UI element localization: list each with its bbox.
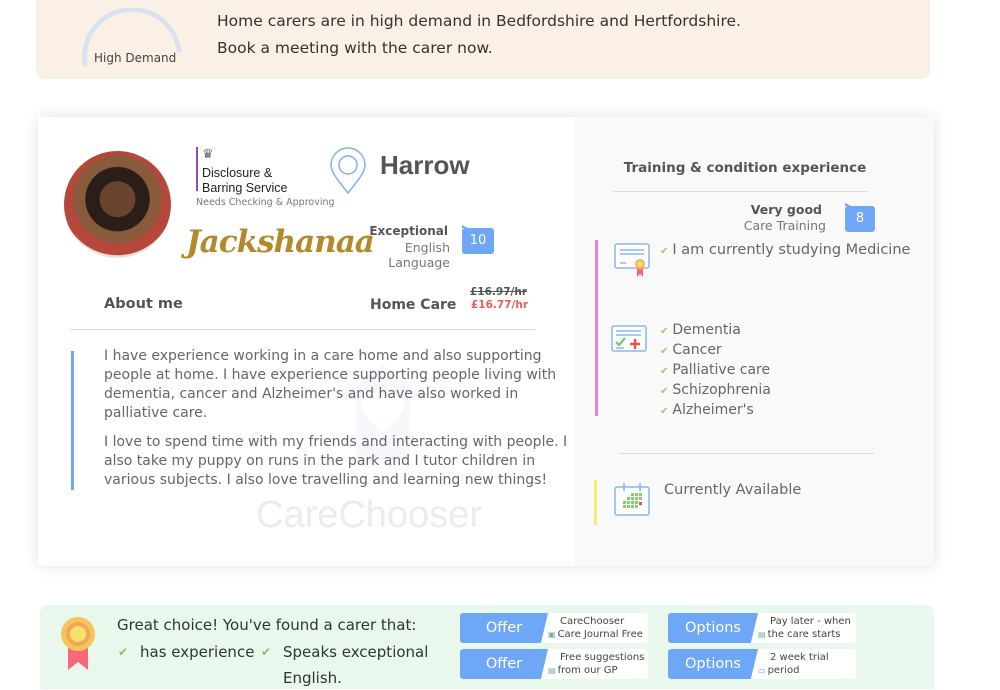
check-icon: ✔ bbox=[660, 386, 669, 397]
care-training-score-badge: 8 bbox=[845, 203, 875, 232]
check-icon: ✔ bbox=[660, 326, 669, 337]
offer-journal-button[interactable]: Offer CareChooser ▣ Care Journal Free bbox=[460, 613, 648, 643]
options-trial-button[interactable]: Options 2 week trial ▭ period bbox=[668, 649, 856, 679]
dbs-status: Needs Checking & Approving bbox=[196, 197, 335, 208]
english-label: English Language bbox=[388, 240, 450, 270]
check-icon: ✔ bbox=[660, 366, 669, 377]
payment-icon: ▤ bbox=[758, 630, 766, 639]
condition-item: ✔ Dementia bbox=[660, 322, 741, 338]
chat-icon: ▤ bbox=[548, 666, 556, 675]
check-icon: ✔ bbox=[118, 645, 129, 659]
offer-tag: Offer bbox=[460, 613, 548, 643]
condition-item: ✔ Palliative care bbox=[660, 362, 771, 378]
english-rating: Exceptional bbox=[369, 224, 448, 238]
condition-item: ✔ Cancer bbox=[660, 342, 722, 358]
divider bbox=[70, 329, 535, 330]
journal-icon: ▣ bbox=[548, 630, 556, 639]
feature-item: has experience bbox=[140, 643, 255, 661]
location-label: Harrow bbox=[380, 150, 470, 180]
offer-tag: Offer bbox=[460, 649, 548, 679]
calendar-icon bbox=[614, 483, 650, 516]
about-paragraph: I love to spend time with my friends and… bbox=[104, 434, 568, 488]
about-paragraph: I have experience working in a care home… bbox=[104, 348, 557, 421]
about-accent-bar bbox=[71, 351, 74, 490]
availability-accent-bar bbox=[594, 480, 597, 525]
options-pay-later-button[interactable]: Options Pay later - when ▤ the care start… bbox=[668, 613, 856, 643]
divider bbox=[619, 453, 874, 454]
check-icon: ✔ bbox=[261, 645, 272, 659]
offer-description: CareChooser ▣ Care Journal Free bbox=[548, 616, 643, 640]
condition-item: ✔ Alzheimer's bbox=[660, 402, 754, 418]
carechooser-watermark: CareChooser bbox=[256, 494, 482, 536]
availability-status: Currently Available bbox=[664, 482, 802, 498]
experience-accent-bar bbox=[595, 240, 598, 416]
price-discounted: £16.77/hr bbox=[471, 299, 529, 311]
english-score-badge: 10 bbox=[462, 225, 494, 254]
avatar[interactable] bbox=[64, 151, 171, 258]
offer-gp-button[interactable]: Offer Free suggestions ▤ from our GP bbox=[460, 649, 648, 679]
price-original: £16.97/hr bbox=[470, 286, 528, 298]
care-training-rating: Very good bbox=[750, 202, 822, 217]
options-tag: Options bbox=[668, 613, 758, 643]
dbs-divider bbox=[196, 147, 198, 191]
options-tag: Options bbox=[668, 649, 758, 679]
award-ribbon-icon bbox=[61, 617, 95, 670]
service-type: Home Care bbox=[370, 297, 457, 313]
crest-icon: ♛ bbox=[202, 147, 214, 162]
feature-item-continued: English. bbox=[283, 669, 342, 687]
conditions-list: ✔ Dementia ✔ Cancer ✔ Palliative care ✔ Schi… bbox=[660, 321, 771, 421]
location-pin-icon bbox=[330, 147, 366, 195]
options-description: Pay later - when ▤ the care starts bbox=[758, 616, 851, 640]
feature-item: Speaks exceptional bbox=[283, 643, 429, 661]
check-icon: ✔ bbox=[660, 246, 669, 257]
dbs-title-line1: Disclosure & bbox=[202, 166, 273, 180]
care-training-label: Care Training bbox=[743, 218, 826, 233]
banner-message: Home carers are in high demand in Bedfor… bbox=[217, 12, 741, 30]
medical-record-icon bbox=[611, 325, 647, 352]
offer-description: Free suggestions ▤ from our GP bbox=[548, 652, 645, 676]
great-choice-headline: Great choice! You've found a carer that: bbox=[117, 616, 417, 634]
dbs-title-line2: Barring Service bbox=[202, 181, 288, 195]
training-heading: Training & condition experience bbox=[623, 160, 867, 176]
studying-item: ✔ I am currently studying Medicine bbox=[660, 242, 911, 258]
banner-cta-text: Book a meeting with the carer now. bbox=[217, 39, 493, 57]
check-icon: ✔ bbox=[660, 346, 669, 357]
check-icon: ✔ bbox=[660, 406, 669, 417]
divider bbox=[613, 191, 868, 192]
gauge-label: High Demand bbox=[94, 51, 177, 65]
options-description: 2 week trial ▭ period bbox=[758, 652, 829, 676]
certificate-icon bbox=[614, 243, 650, 277]
about-me-heading: About me bbox=[104, 296, 183, 312]
trial-icon: ▭ bbox=[758, 666, 766, 675]
condition-item: ✔ Schizophrenia bbox=[660, 382, 771, 398]
